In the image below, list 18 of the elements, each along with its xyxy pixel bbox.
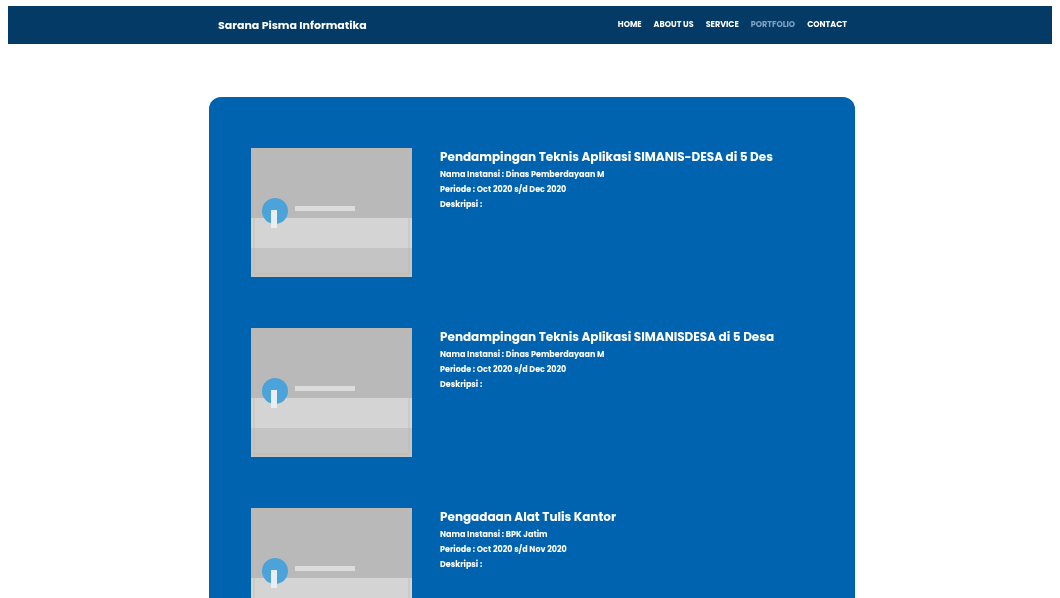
description-label: Deskripsi :: [440, 559, 484, 571]
project-title: Pendampingan Teknis Aplikasi SIMANISDESA di 5 Desa: [440, 328, 775, 346]
nav-link[interactable]: HOME: [617, 19, 642, 31]
agency-text: Nama Instansi : Dinas Pemberdayaan M: [440, 349, 606, 361]
description-label: Deskripsi :: [440, 379, 484, 391]
project-title: Pendampingan Teknis Aplikasi SIMANIS-DESA di 5 Des: [440, 148, 773, 166]
project-title: Pengadaan Alat Tulis Kantor: [440, 508, 617, 526]
nav-link[interactable]: SERVICE: [705, 19, 739, 31]
description-label: Deskripsi :: [440, 199, 484, 211]
period-text: Periode : Oct 2020 s/d Nov 2020: [440, 544, 568, 556]
nav-link[interactable]: ABOUT US: [653, 19, 694, 31]
agency-text: Nama Instansi : BPK Jatim: [440, 529, 549, 541]
nav-link[interactable]: PORTFOLIO: [750, 19, 796, 31]
period-text: Periode : Oct 2020 s/d Dec 2020: [440, 364, 568, 376]
brand-name[interactable]: Sarana Pisma Informatika: [218, 16, 367, 34]
nav-link[interactable]: CONTACT: [807, 19, 847, 31]
period-text: Periode : Oct 2020 s/d Dec 2020: [440, 184, 568, 196]
agency-text: Nama Instansi : Dinas Pemberdayaan M: [440, 169, 606, 181]
